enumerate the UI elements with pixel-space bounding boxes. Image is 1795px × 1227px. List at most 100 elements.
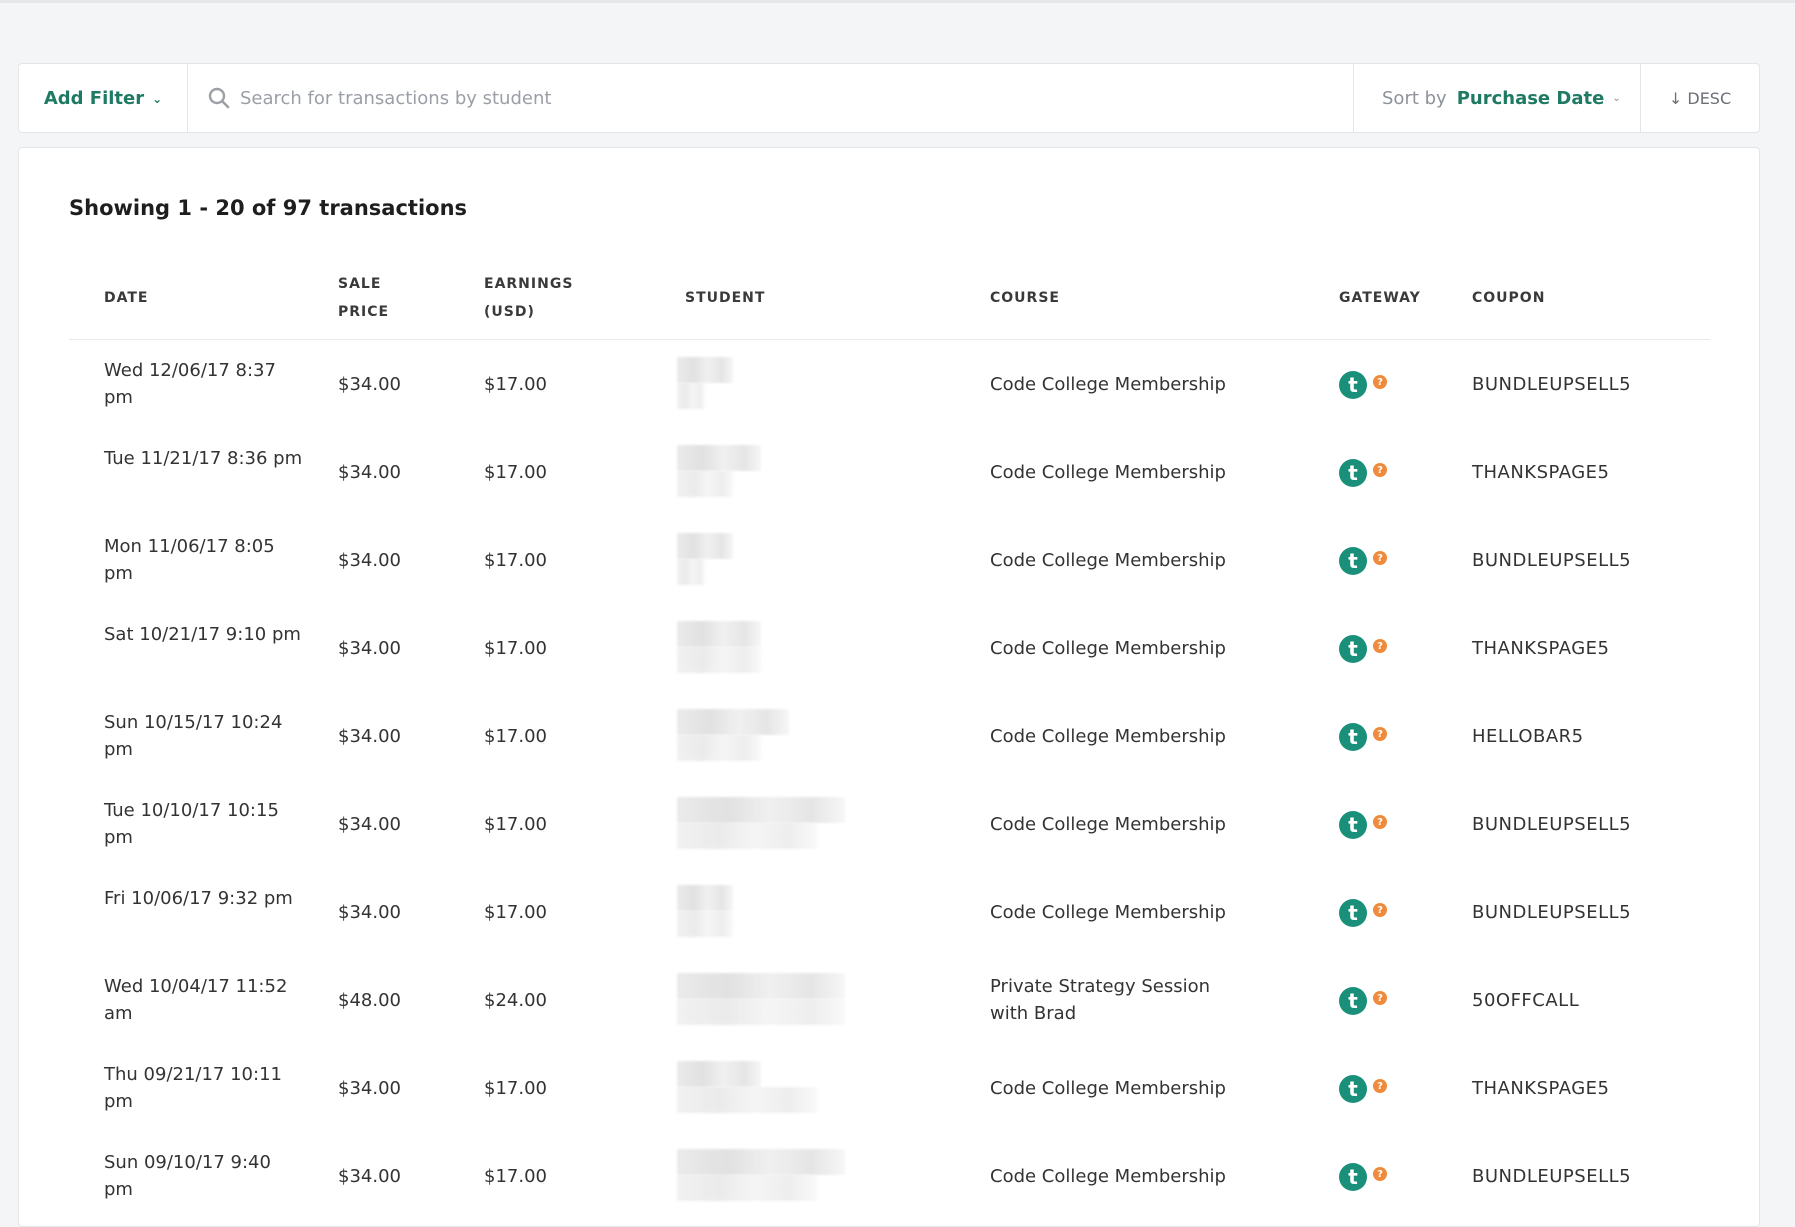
- sort-order-toggle[interactable]: ↓ DESC: [1641, 64, 1759, 132]
- sale-price: $34.00: [338, 902, 401, 923]
- course-name[interactable]: Code College Membership: [990, 635, 1250, 662]
- sale-price: $34.00: [338, 814, 401, 835]
- course-name[interactable]: Private Strategy Session with Brad: [990, 973, 1250, 1027]
- coupon-code: 50OFFCALL: [1472, 990, 1580, 1011]
- sort-field-dropdown[interactable]: Purchase Date ⌄: [1457, 88, 1621, 109]
- gateway: t?: [1339, 1163, 1387, 1191]
- gateway: t?: [1339, 899, 1387, 927]
- chevron-down-icon: ⌄: [1612, 93, 1621, 104]
- student-redacted[interactable]: [677, 973, 845, 1025]
- table-row[interactable]: Tue 10/10/17 10:15 pm $34.00 $17.00 Code Co…: [69, 781, 1710, 869]
- transaction-date: Wed 10/04/17 11:52 am: [104, 976, 288, 1024]
- student-redacted[interactable]: [677, 533, 733, 585]
- transaction-date: Tue 10/10/17 10:15 pm: [104, 800, 279, 848]
- table-row[interactable]: Mon 11/06/17 8:05 pm $34.00 $17.00 Code Col…: [69, 517, 1710, 605]
- sort-order-label: ↓ DESC: [1668, 88, 1732, 108]
- table-row[interactable]: Sun 10/15/17 10:24 pm $34.00 $17.00 Code Co…: [69, 693, 1710, 781]
- table-row[interactable]: Sun 09/10/17 9:40 pm $34.00 $17.00 Code Col…: [69, 1133, 1710, 1221]
- help-icon[interactable]: ?: [1373, 639, 1387, 653]
- payment-gateway-icon: t: [1339, 635, 1367, 663]
- help-icon[interactable]: ?: [1373, 1079, 1387, 1093]
- results-summary: Showing 1 - 20 of 97 transactions: [69, 196, 468, 220]
- course-name[interactable]: Code College Membership: [990, 371, 1250, 398]
- help-icon[interactable]: ?: [1373, 463, 1387, 477]
- earnings: $17.00: [484, 374, 547, 395]
- sort-field-value: Purchase Date: [1456, 87, 1605, 109]
- transactions-toolbar: Add Filter ⌄ Sort by Purchase Date ⌄ ↓ D…: [18, 63, 1760, 133]
- sale-price: $34.00: [338, 550, 401, 571]
- table-row[interactable]: Fri 10/06/17 9:32 pm $34.00 $17.00 Code Col…: [69, 869, 1710, 957]
- sale-price: $48.00: [338, 990, 401, 1011]
- payment-gateway-icon: t: [1339, 987, 1367, 1015]
- student-redacted[interactable]: [677, 1149, 845, 1201]
- table-row[interactable]: Wed 10/04/17 11:52 am $48.00 $24.00 Private…: [69, 957, 1710, 1045]
- student-redacted[interactable]: [677, 709, 789, 761]
- student-redacted[interactable]: [677, 797, 845, 849]
- earnings: $17.00: [484, 638, 547, 659]
- transactions-panel: Showing 1 - 20 of 97 transactions DATE S…: [18, 147, 1760, 1227]
- help-icon[interactable]: ?: [1373, 1167, 1387, 1181]
- gateway: t?: [1339, 635, 1387, 663]
- redacted-block: [677, 533, 733, 559]
- course-name[interactable]: Code College Membership: [990, 899, 1250, 926]
- earnings: $17.00: [484, 550, 547, 571]
- search-icon: [208, 87, 230, 109]
- payment-gateway-icon: t: [1339, 723, 1367, 751]
- redacted-block: [677, 1149, 845, 1175]
- student-redacted[interactable]: [677, 445, 761, 497]
- sale-price: $34.00: [338, 374, 401, 395]
- help-icon[interactable]: ?: [1373, 903, 1387, 917]
- earnings: $24.00: [484, 990, 547, 1011]
- transaction-date: Tue 11/21/17 8:36 pm: [104, 448, 303, 469]
- column-header-earnings-line1: EARNINGS: [484, 276, 574, 292]
- table-row[interactable]: Sat 10/21/17 9:10 pm $34.00 $17.00 Code Col…: [69, 605, 1710, 693]
- student-redacted[interactable]: [677, 621, 761, 673]
- help-icon[interactable]: ?: [1373, 991, 1387, 1005]
- redacted-block: [677, 445, 761, 471]
- help-icon[interactable]: ?: [1373, 727, 1387, 741]
- transaction-date: Wed 12/06/17 8:37 pm: [104, 360, 276, 408]
- column-header-earnings: EARNINGS (USD): [484, 270, 573, 326]
- gateway: t?: [1339, 547, 1387, 575]
- course-name[interactable]: Code College Membership: [990, 547, 1250, 574]
- coupon-code: BUNDLEUPSELL5: [1472, 902, 1632, 923]
- student-redacted[interactable]: [677, 357, 733, 409]
- search-input[interactable]: [240, 78, 1353, 118]
- table-row[interactable]: Tue 11/21/17 8:36 pm $34.00 $17.00 Code Col…: [69, 429, 1710, 517]
- coupon-code: BUNDLEUPSELL5: [1472, 374, 1632, 395]
- top-divider: [0, 0, 1795, 3]
- coupon-code: THANKSPAGE5: [1472, 462, 1610, 483]
- redacted-block: [677, 471, 733, 497]
- course-name[interactable]: Code College Membership: [990, 1163, 1250, 1190]
- column-header-earnings-line2: (USD): [484, 304, 535, 320]
- search-bar: [188, 64, 1354, 132]
- earnings: $17.00: [484, 462, 547, 483]
- column-header-course: COURSE: [990, 290, 1060, 306]
- sale-price: $34.00: [338, 638, 401, 659]
- gateway: t?: [1339, 811, 1387, 839]
- add-filter-button[interactable]: Add Filter ⌄: [19, 64, 188, 132]
- course-name[interactable]: Code College Membership: [990, 459, 1250, 486]
- coupon-code: THANKSPAGE5: [1472, 638, 1610, 659]
- earnings: $17.00: [484, 1166, 547, 1187]
- transaction-date: Mon 11/06/17 8:05 pm: [104, 536, 275, 584]
- redacted-block: [677, 357, 733, 383]
- table-row[interactable]: Wed 12/06/17 8:37 pm $34.00 $17.00 Code Col…: [69, 341, 1710, 429]
- sale-price: $34.00: [338, 726, 401, 747]
- table-row[interactable]: Thu 09/21/17 10:11 pm $34.00 $17.00 Code Co…: [69, 1045, 1710, 1133]
- coupon-code: HELLOBAR5: [1472, 726, 1584, 747]
- gateway: t?: [1339, 723, 1387, 751]
- redacted-block: [677, 973, 845, 999]
- course-name[interactable]: Code College Membership: [990, 723, 1250, 750]
- transaction-date: Thu 09/21/17 10:11 pm: [104, 1064, 282, 1112]
- redacted-block: [677, 709, 789, 735]
- course-name[interactable]: Code College Membership: [990, 1075, 1250, 1102]
- gateway: t?: [1339, 371, 1387, 399]
- student-redacted[interactable]: [677, 1061, 817, 1113]
- help-icon[interactable]: ?: [1373, 551, 1387, 565]
- course-name[interactable]: Code College Membership: [990, 811, 1250, 838]
- student-redacted[interactable]: [677, 885, 733, 937]
- redacted-block: [677, 885, 733, 911]
- help-icon[interactable]: ?: [1373, 815, 1387, 829]
- help-icon[interactable]: ?: [1373, 375, 1387, 389]
